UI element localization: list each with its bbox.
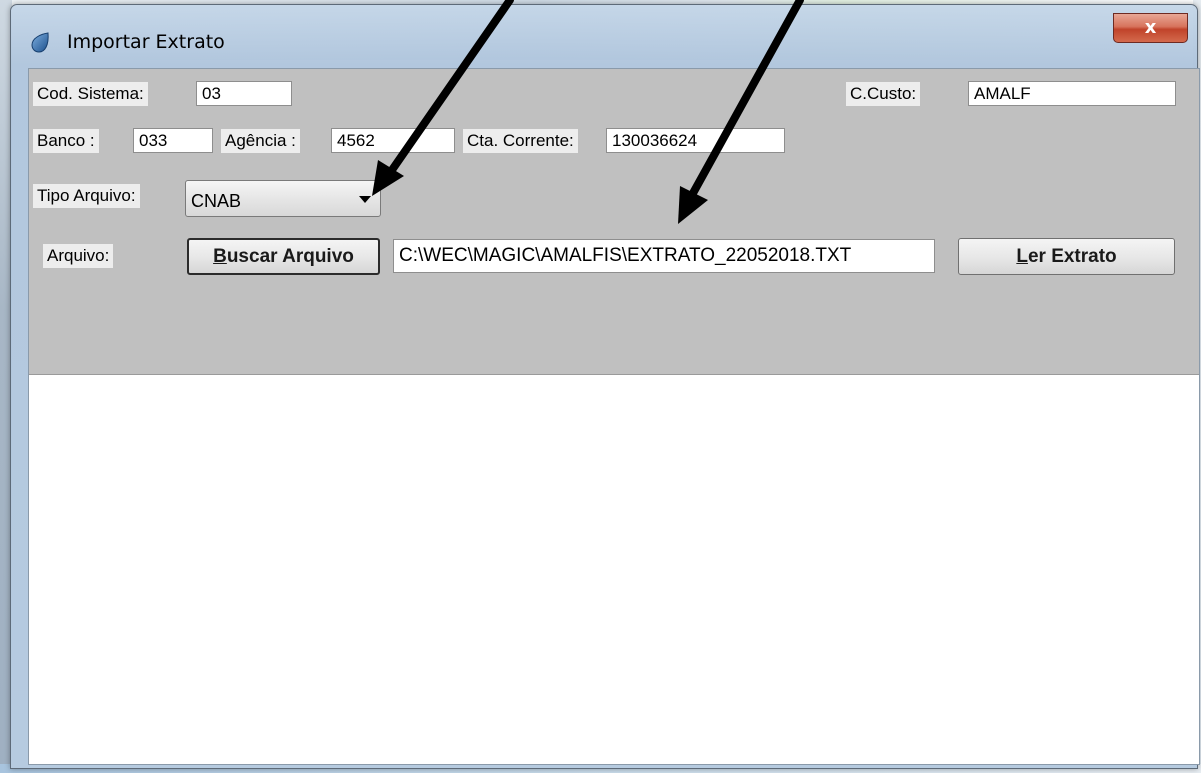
close-button[interactable]: x [1113, 13, 1188, 43]
tipo-arquivo-label: Tipo Arquivo: [33, 184, 140, 208]
caret-down-icon[interactable] [359, 196, 371, 203]
cod-sistema-label: Cod. Sistema: [33, 82, 148, 106]
tipo-arquivo-dropdown[interactable]: CNAB [185, 180, 381, 217]
agencia-label: Agência : [221, 129, 300, 153]
ler-accel: L [1016, 246, 1028, 267]
cta-corrente-label: Cta. Corrente: [463, 129, 578, 153]
c-custo-label: C.Custo: [846, 82, 921, 106]
window-title: Importar Extrato [67, 31, 225, 53]
c-custo-field[interactable]: AMALF [968, 81, 1176, 106]
cod-sistema-field[interactable]: 03 [196, 81, 292, 106]
client-area: Cod. Sistema: 03 C.Custo: AMALF Banco : … [28, 68, 1200, 765]
buscar-arquivo-button[interactable]: Buscar Arquivo [187, 238, 380, 275]
cta-corrente-field[interactable]: 130036624 [606, 128, 785, 153]
ler-extrato-button[interactable]: Ler Extrato [958, 238, 1175, 275]
water-drop-icon [31, 32, 49, 53]
buscar-label: uscar Arquivo [226, 246, 354, 267]
banco-field[interactable]: 033 [133, 128, 213, 153]
arquivo-label: Arquivo: [43, 244, 114, 268]
buscar-accel: B [213, 246, 227, 267]
arquivo-path-field[interactable]: C:\WEC\MAGIC\AMALFIS\EXTRATO_22052018.TX… [393, 239, 935, 273]
ler-label: er Extrato [1027, 246, 1117, 267]
agencia-field[interactable]: 4562 [331, 128, 455, 153]
tipo-arquivo-selected: CNAB [191, 191, 242, 211]
importar-extrato-window: Importar Extrato x Cod. Sistema: 03 C.Cu… [10, 4, 1200, 769]
form-panel: Cod. Sistema: 03 C.Custo: AMALF Banco : … [29, 69, 1199, 375]
banco-label: Banco : [33, 129, 99, 153]
